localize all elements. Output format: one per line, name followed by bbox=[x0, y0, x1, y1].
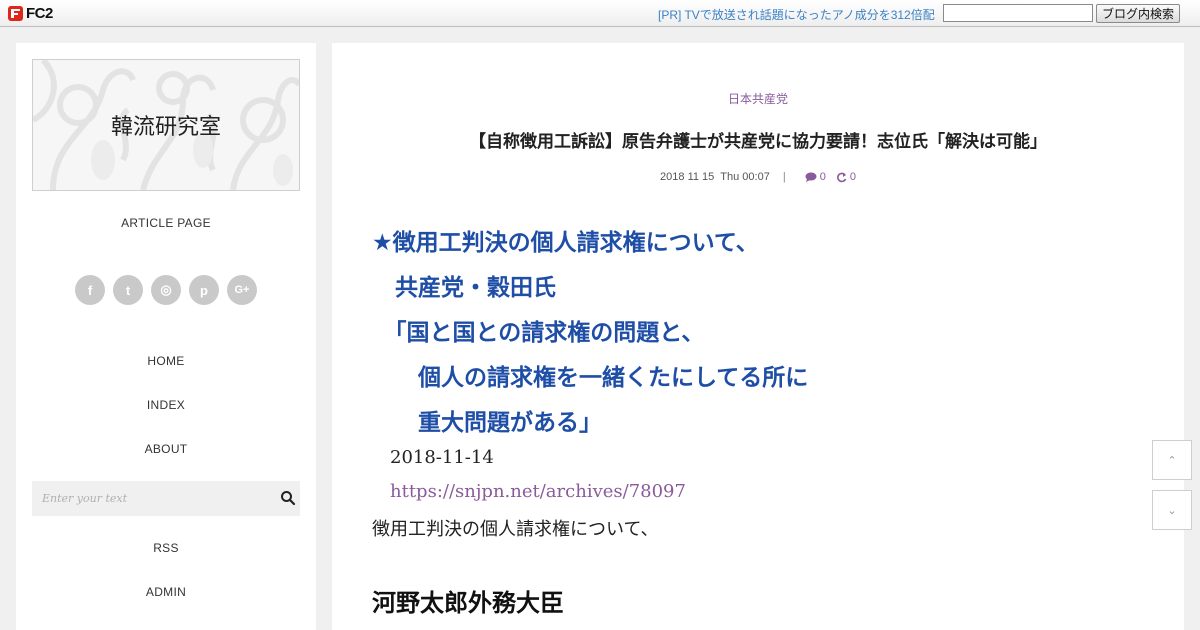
highlight-line: 「国と国との請求権の問題と、 bbox=[372, 320, 705, 346]
trackback-count: 0 bbox=[849, 171, 856, 183]
comments-link[interactable]: 0 bbox=[805, 171, 826, 183]
highlight-line: ★徴用工判決の個人請求権について、 bbox=[372, 230, 759, 256]
refresh-icon bbox=[836, 172, 847, 182]
search-placeholder: Enter your text bbox=[42, 492, 128, 505]
facebook-icon[interactable]: f bbox=[75, 275, 105, 305]
twitter-icon[interactable]: t bbox=[113, 275, 143, 305]
nav-about[interactable]: ABOUT bbox=[16, 442, 316, 456]
sidebar: 韓流研究室 ARTICLE PAGE f t ◎ p G+ HOME INDEX… bbox=[16, 43, 316, 630]
highlight-line: 共産党・穀田氏 bbox=[372, 275, 556, 301]
blog-title: 韓流研究室 bbox=[110, 115, 221, 140]
nav-admin[interactable]: ADMIN bbox=[16, 585, 316, 599]
scroll-bottom-button[interactable]: ⌄ bbox=[1152, 490, 1192, 530]
body-subheading: 河野太郎外務大臣 bbox=[372, 589, 564, 617]
scroll-top-button[interactable]: ⌃ bbox=[1152, 440, 1192, 480]
nav-rss[interactable]: RSS bbox=[16, 541, 316, 555]
search-icon[interactable] bbox=[280, 490, 296, 506]
comment-icon bbox=[805, 172, 817, 182]
fc2-logo[interactable]: FC2 bbox=[7, 4, 53, 22]
social-links: f t ◎ p G+ bbox=[75, 275, 257, 305]
post-time: Thu 00:07 bbox=[720, 171, 770, 183]
instagram-icon[interactable]: ◎ bbox=[151, 275, 181, 305]
chevron-down-icon: ⌄ bbox=[1167, 503, 1177, 517]
fc2-logo-text: FC2 bbox=[26, 4, 53, 22]
blog-search-button[interactable]: ブログ内検索 bbox=[1096, 4, 1180, 23]
highlight-line: 重大問題がある」 bbox=[372, 410, 602, 436]
source-date: 2018-11-14 bbox=[390, 447, 494, 468]
source-link[interactable]: https://snjpn.net/archives/78097 bbox=[390, 481, 686, 502]
fc2-logo-icon bbox=[8, 5, 23, 21]
highlight-line: 個人の請求権を一緒くたにしてる所に bbox=[372, 365, 809, 391]
comment-count: 0 bbox=[819, 171, 826, 183]
category-link[interactable]: 日本共産党 bbox=[332, 90, 1184, 107]
blog-banner[interactable]: 韓流研究室 bbox=[32, 59, 300, 191]
post-title: 【自称徴用工訴訟】原告弁護士が共産党に協力要請！志位氏「解決は可能」 bbox=[469, 132, 1047, 152]
post-date: 2018 11 15 bbox=[660, 171, 715, 183]
pinterest-icon[interactable]: p bbox=[189, 275, 219, 305]
page-type-label: ARTICLE PAGE bbox=[121, 216, 211, 230]
fc2-header-bar: FC2 [PR] TVで放送され話題になったアノ成分を312倍配 ブログ内検索 bbox=[0, 0, 1200, 27]
post-meta: 2018 11 15 Thu 00:07 | 0 0 bbox=[332, 171, 1184, 183]
chevron-up-icon: ⌃ bbox=[1167, 453, 1177, 467]
meta-separator: | bbox=[782, 171, 786, 183]
pr-ad-link[interactable]: [PR] TVで放送され話題になったアノ成分を312倍配 bbox=[658, 6, 935, 23]
google-plus-icon[interactable]: G+ bbox=[227, 275, 257, 305]
sidebar-search-input[interactable]: Enter your text bbox=[32, 481, 300, 516]
article-main: 日本共産党 【自称徴用工訴訟】原告弁護士が共産党に協力要請！志位氏「解決は可能」… bbox=[332, 43, 1184, 630]
trackbacks-link[interactable]: 0 bbox=[836, 171, 856, 183]
nav-home[interactable]: HOME bbox=[16, 354, 316, 368]
nav-index[interactable]: INDEX bbox=[16, 398, 316, 412]
body-paragraph: 徴用工判決の個人請求権について、 bbox=[372, 519, 659, 540]
fc2-search-input[interactable] bbox=[943, 4, 1093, 22]
